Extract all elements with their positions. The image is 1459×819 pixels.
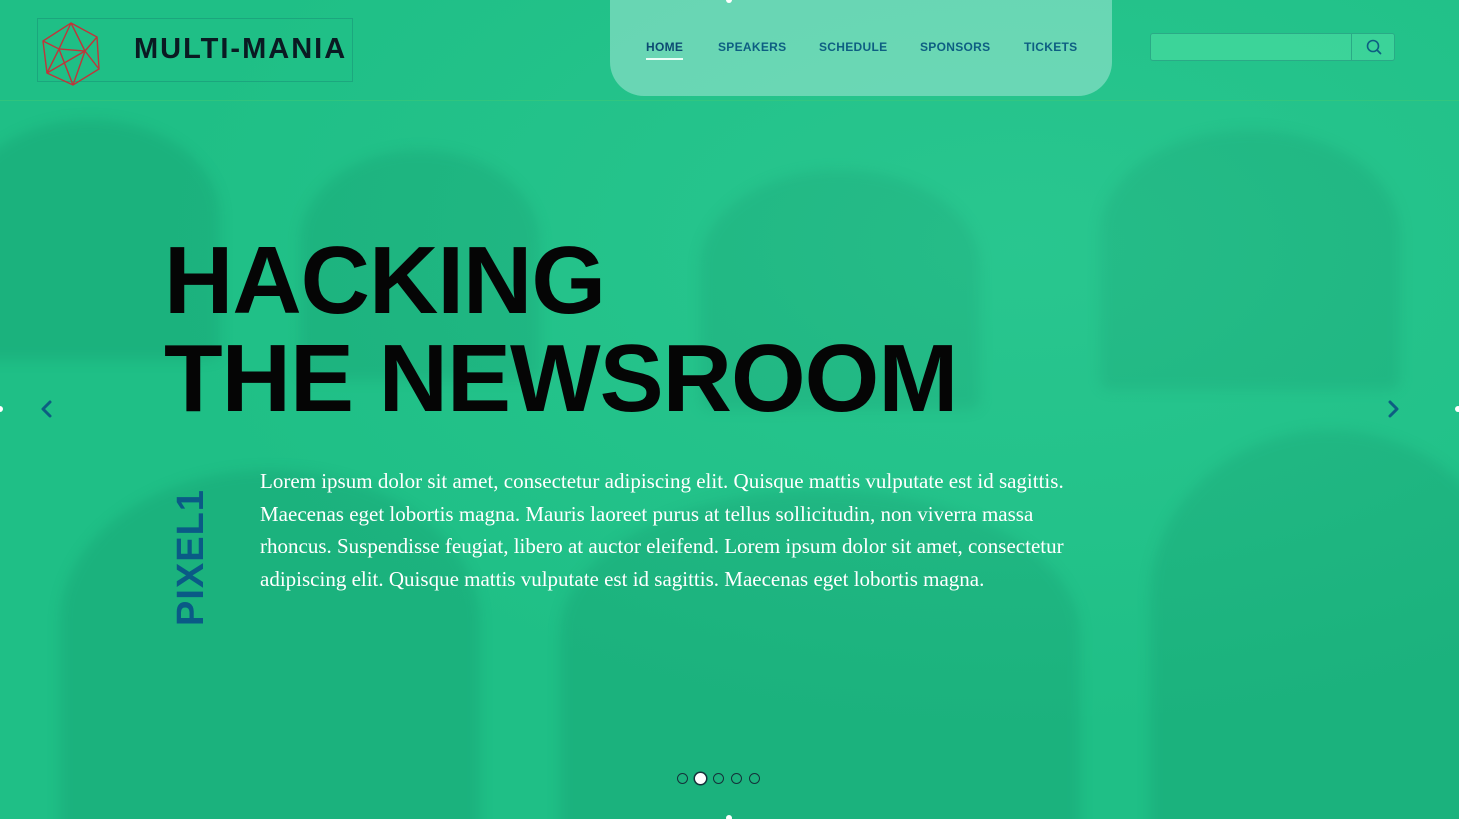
slide-dot-2[interactable] [695, 773, 706, 784]
chevron-right-icon [1388, 400, 1399, 418]
logo[interactable]: MULTI-MANIA [37, 18, 353, 86]
search-icon [1366, 39, 1382, 55]
nav-item-schedule[interactable]: SCHEDULE [819, 40, 887, 54]
hero-body-text: Lorem ipsum dolor sit amet, consectetur … [260, 469, 1064, 592]
slide-dot-1[interactable] [677, 773, 688, 784]
side-label: PIXEL1 [170, 489, 212, 626]
hero-slider: MULTI-MANIA HOME SPEAKERS SCHEDULE SPONS… [0, 0, 1459, 819]
nav-item-speakers[interactable]: SPEAKERS [718, 40, 786, 54]
nav-item-tickets[interactable]: TICKETS [1024, 40, 1077, 54]
chevron-left-icon [41, 400, 52, 418]
nav-active-indicator [646, 58, 683, 60]
search-input[interactable] [1151, 34, 1351, 60]
header-divider [0, 100, 1459, 101]
logo-text: MULTI-MANIA [134, 33, 348, 65]
slide-dot-5[interactable] [749, 773, 760, 784]
slide-dot-4[interactable] [731, 773, 742, 784]
hero-headline: HACKING THE NEWSROOM [164, 227, 958, 432]
main-nav: HOME SPEAKERS SCHEDULE SPONSORS TICKETS [610, 0, 1112, 96]
resize-handle-right[interactable] [1455, 406, 1459, 412]
logo-mark-icon [42, 22, 100, 86]
headline-line-2: THE NEWSROOM [164, 325, 958, 432]
next-slide-button[interactable] [1379, 394, 1409, 424]
prev-slide-button[interactable] [32, 394, 62, 424]
headline-line-1: HACKING [164, 227, 606, 334]
search-button[interactable] [1351, 34, 1395, 60]
slide-dot-3[interactable] [713, 773, 724, 784]
nav-item-sponsors[interactable]: SPONSORS [920, 40, 990, 54]
nav-item-home[interactable]: HOME [646, 40, 683, 54]
resize-handle-bottom[interactable] [726, 815, 732, 819]
search-box [1150, 33, 1395, 61]
